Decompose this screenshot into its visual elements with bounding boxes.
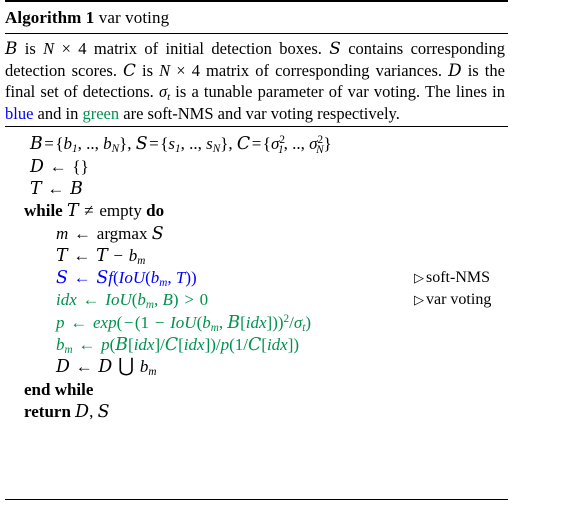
algorithm-line-t-assign-b: T ← B — [0, 178, 566, 200]
desc-text-4: is — [135, 60, 160, 80]
desc-green-word: green — [82, 103, 120, 123]
algorithm-description: B is N × 4 matrix of initial detection b… — [5, 38, 505, 124]
desc-text-5: × 4 matrix of corresponding variances. — [170, 60, 449, 80]
algorithm-figure: Algorithm 1 var voting B is N × 4 matrix… — [0, 0, 566, 517]
algorithm-title: var voting — [98, 8, 170, 27]
symbol-n-2: N — [159, 60, 171, 80]
code-bm-update: bm ← p(B[idx]/C[idx])/p(1/C[idx]) — [56, 335, 300, 357]
description-rule — [5, 126, 508, 128]
algorithm-line-end-while: end while — [0, 379, 566, 401]
code-idx: idx ← IoU(bm, B) > 0 — [56, 290, 209, 312]
code-init-sets: B={b1, .., bN}, S={s1, .., sN}, C={σ21, … — [30, 134, 332, 156]
algorithm-line-d-empty: D ← {} — [0, 156, 566, 178]
desc-text-2: × 4 matrix of initial detection boxes. — [54, 39, 330, 58]
code-t-assign-b: T ← B — [30, 178, 83, 199]
code-d-union: D ← D ⋃ bm — [56, 356, 157, 379]
comment-var-voting: ▷ var voting — [414, 289, 491, 311]
keyword-do: do — [146, 201, 165, 221]
keyword-end-while: end while — [24, 379, 94, 399]
symbol-b-cal: B — [5, 38, 18, 58]
keyword-while: while — [24, 201, 63, 221]
desc-text-1: is — [17, 39, 44, 58]
algorithm-line-softnms-score: S ← Sf(IoU(bm, T)) ▷ soft-NMS — [0, 267, 566, 289]
code-softnms-score: S ← Sf(IoU(bm, T)) — [56, 268, 197, 290]
comment-triangle-icon: ▷ — [414, 270, 424, 286]
algorithm-header: Algorithm 1 var voting — [5, 7, 566, 29]
algorithm-number-label: Algorithm 1 — [5, 8, 95, 27]
desc-text-7: is a tunable parameter of var voting. Th… — [170, 82, 505, 102]
header-rule — [5, 33, 508, 34]
code-p-exp: p ← exp(−(1 − IoU(bm, B[idx]))2/σt) — [56, 312, 312, 334]
keyword-argmax: argmax — [96, 223, 148, 243]
algorithm-line-p-exp: p ← exp(−(1 − IoU(bm, B[idx]))2/σt) — [0, 312, 566, 334]
code-d-empty: D ← {} — [30, 156, 89, 177]
top-rule — [5, 0, 508, 2]
symbol-sigma-t: σt — [158, 82, 171, 104]
algorithm-line-argmax: m ← argmax S — [0, 223, 566, 245]
comment-soft-nms: ▷ soft-NMS — [414, 267, 490, 289]
desc-text-8: and in — [33, 103, 83, 123]
algorithm-line-t-minus-bm: T ← T − bm — [0, 245, 566, 267]
algorithm-line-bm-update: bm ← p(B[idx]/C[idx])/p(1/C[idx]) — [0, 334, 566, 356]
code-t-minus-bm: T ← T − bm — [56, 245, 146, 267]
algorithm-line-while: while T ≠ empty do — [0, 200, 566, 222]
symbol-n: N — [43, 39, 55, 58]
symbol-c-cal: C — [123, 59, 136, 80]
desc-blue-word: blue — [5, 103, 34, 123]
algorithm-line-init-sets: B={b1, .., bN}, S={s1, .., sN}, C={σ21, … — [0, 133, 566, 155]
comment-soft-nms-label: soft-NMS — [426, 269, 491, 287]
algorithm-body: B={b1, .., bN}, S={s1, .., sN}, C={σ21, … — [0, 133, 566, 423]
keyword-empty: empty — [99, 201, 142, 221]
symbol-s-cal: S — [329, 38, 341, 58]
algorithm-line-d-union: D ← D ⋃ bm — [0, 356, 566, 378]
keyword-return: return — [24, 401, 71, 421]
algorithm-line-idx: idx ← IoU(bm, B) > 0 ▷ var voting — [0, 289, 566, 311]
symbol-d-cal: D — [448, 59, 462, 80]
comment-var-voting-label: var voting — [426, 291, 492, 309]
code-argmax: m ← argmax S — [56, 223, 164, 244]
bottom-rule-wrapper — [0, 499, 566, 500]
desc-text-9: are soft-NMS and var voting respectively… — [119, 103, 400, 123]
bottom-rule — [5, 499, 508, 500]
comment-triangle-icon-2: ▷ — [414, 292, 424, 308]
code-while: while T ≠ empty do — [24, 201, 165, 222]
algorithm-line-return: return D, S — [0, 401, 566, 423]
code-return: return D, S — [24, 401, 110, 422]
